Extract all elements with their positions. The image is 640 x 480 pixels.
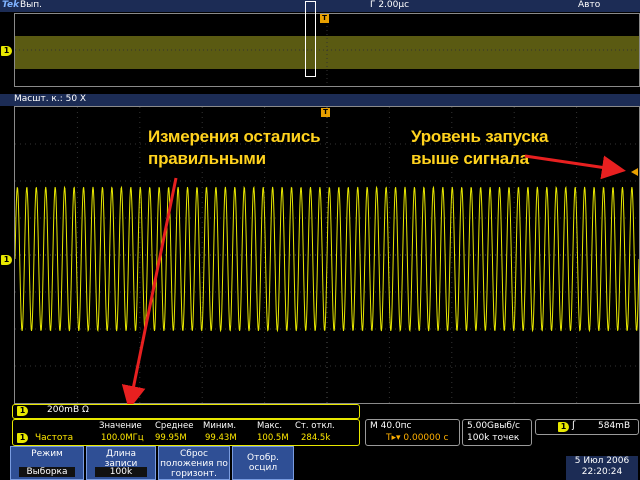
trigger-level: 584mВ <box>598 421 631 431</box>
value-stddev: 284.5k <box>301 433 331 443</box>
value-max: 100.5M <box>257 433 289 443</box>
vertical-scale: 200mВ Ω <box>47 405 89 415</box>
menu-button-mode-label: Режим <box>31 449 63 459</box>
header-min: Миним. <box>203 421 237 431</box>
arrow-to-measurements <box>121 177 178 410</box>
menu-button-reset-horizontal-label: Сброс положения по горизонт. <box>160 449 228 479</box>
horizontal-readout[interactable]: M 40.0пс T▸▾ 0.00000 с <box>365 419 460 446</box>
arrow-to-trigger-level <box>524 154 626 180</box>
menu-button-mode-value: Выборка <box>19 467 75 477</box>
channel-scale-readout[interactable]: 1 200mВ Ω <box>12 404 360 419</box>
value-mean: 99.95M <box>155 433 187 443</box>
header-mean: Среднее <box>155 421 194 431</box>
menu-button-waveform-display[interactable]: Отобр. осцил <box>232 446 294 480</box>
horizontal-scale: M 40.0пс <box>370 421 412 431</box>
date: 5 Июл 2006 <box>574 456 630 466</box>
menu-button-record-length-value: 100k <box>95 467 147 477</box>
rising-edge-icon: ʃ <box>572 420 576 431</box>
value-min: 99.43M <box>205 433 237 443</box>
header-value: Значение <box>99 421 142 431</box>
header-stddev: Ст. откл. <box>295 421 335 431</box>
sample-rate: 5.00Gвыб/с <box>467 421 520 431</box>
channel-1-badge: 1 <box>17 406 28 416</box>
measurement-channel-badge: 1 <box>17 433 28 443</box>
sampling-readout[interactable]: 5.00Gвыб/с 100k точек <box>462 419 532 446</box>
menu-button-record-length[interactable]: Длина записи 100k <box>86 446 156 480</box>
measurement-name: Частота <box>35 433 74 443</box>
menu-button-reset-horizontal[interactable]: Сброс положения по горизонт. <box>158 446 230 480</box>
menu-button-waveform-display-label: Отобр. осцил <box>247 453 279 473</box>
time: 22:20:24 <box>581 467 623 477</box>
horizontal-delay: T▸▾ 0.00000 с <box>386 433 449 443</box>
trigger-source-badge: 1 <box>558 422 569 432</box>
record-points: 100k точек <box>467 433 520 443</box>
measurement-panel[interactable]: 1 Частота Значение Среднее Миним. Макс. … <box>12 419 360 446</box>
header-max: Макс. <box>257 421 283 431</box>
menu-button-mode[interactable]: Режим Выборка <box>10 446 84 480</box>
date-time: 5 Июл 2006 22:20:24 <box>566 456 638 480</box>
value-current: 100.0MГц <box>101 433 144 443</box>
menu-button-record-length-label: Длина записи <box>104 449 138 469</box>
trigger-readout[interactable]: 1 ʃ 584mВ <box>535 419 639 435</box>
